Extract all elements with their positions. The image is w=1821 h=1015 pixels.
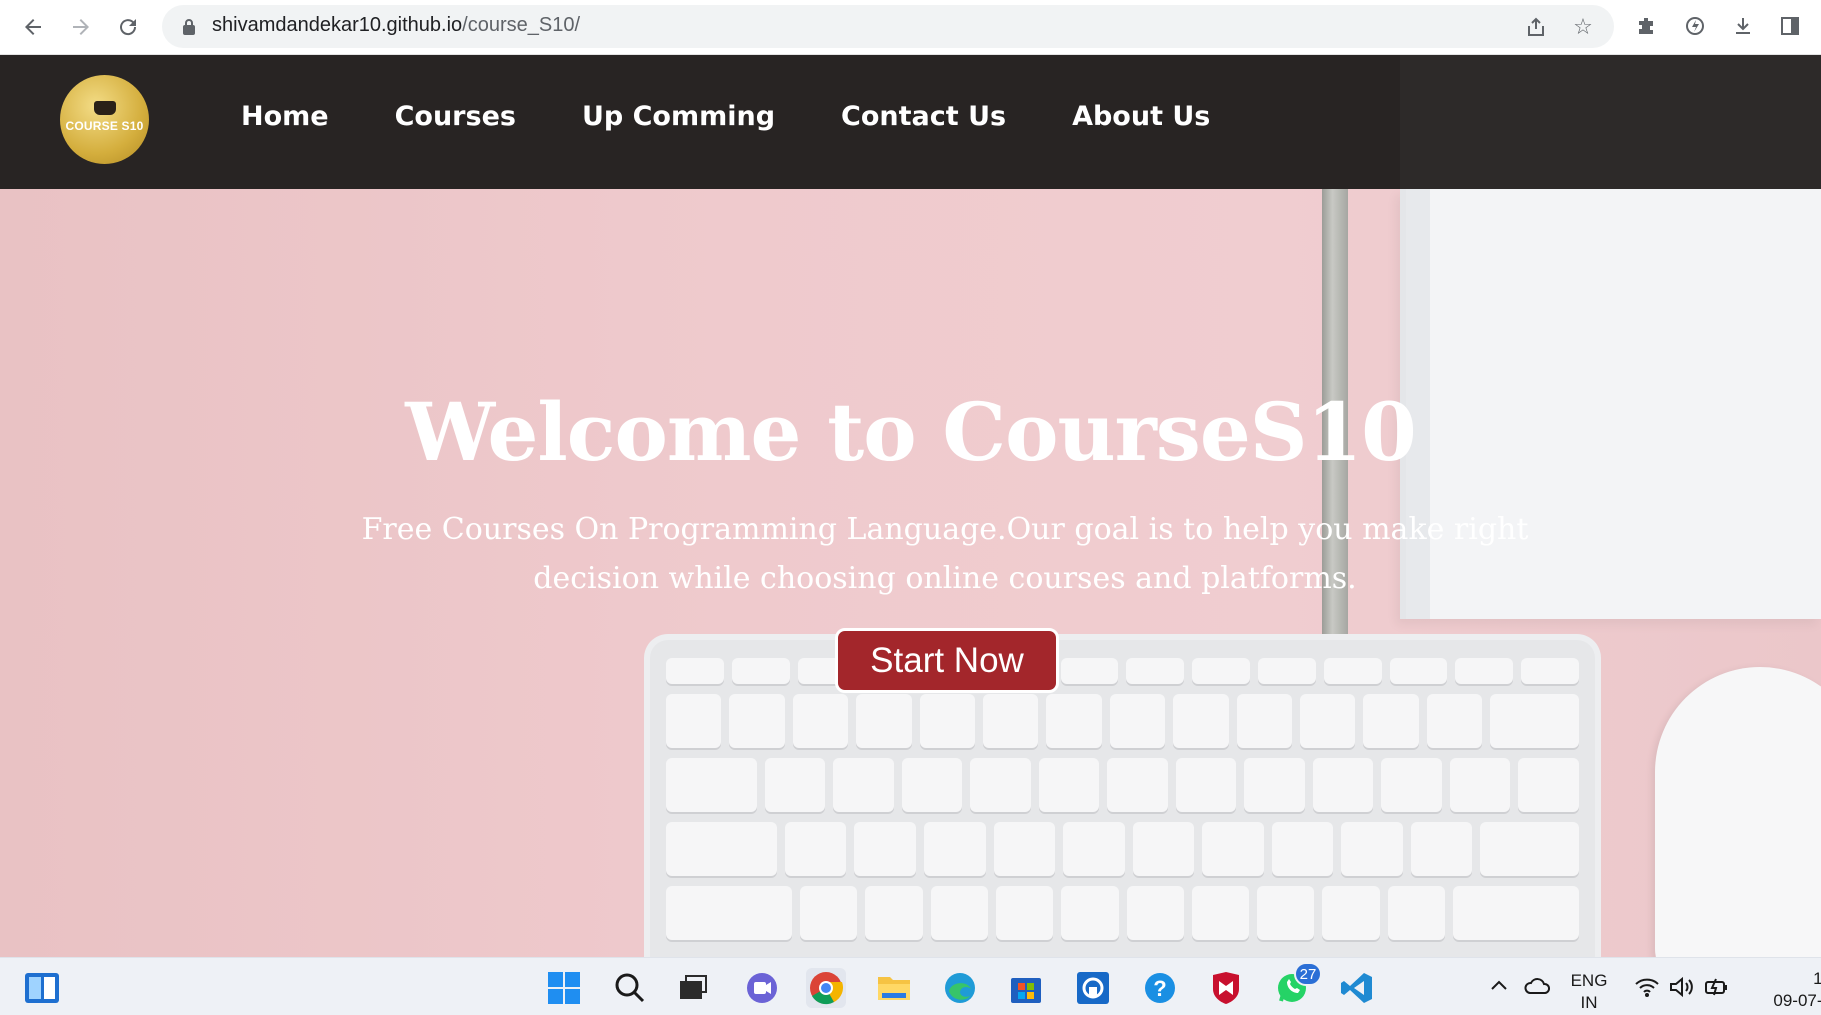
svg-text:?: ? [1153,976,1166,1001]
file-explorer-icon[interactable] [874,968,914,1008]
help-icon[interactable]: ? [1140,968,1180,1008]
main-nav: Home Courses Up Comming Contact Us About… [241,101,1210,132]
address-bar[interactable]: shivamdandekar10.github.io/course_S10/ ☆ [162,5,1614,48]
lock-icon[interactable] [182,18,196,35]
start-icon[interactable] [544,968,584,1008]
start-now-button[interactable]: Start Now [835,628,1059,693]
forward-icon[interactable] [63,9,99,45]
battery-icon[interactable] [1704,976,1730,1003]
task-view-icon[interactable] [673,968,713,1008]
reload-icon[interactable] [110,9,146,45]
graduation-cap-icon [93,100,116,115]
clock[interactable]: 12 09-07-2 [1752,968,1821,1012]
site-logo[interactable]: COURSE S10 [60,75,149,164]
nav-home[interactable]: Home [241,101,329,132]
nav-courses[interactable]: Courses [395,101,516,132]
nav-contact-us[interactable]: Contact Us [841,101,1006,132]
whatsapp-badge: 27 [1294,962,1322,986]
url-path: /course_S10/ [462,14,581,36]
wifi-icon[interactable] [1634,976,1660,1003]
clock-date: 09-07-2 [1773,991,1821,1010]
language-line-1: ENG [1570,971,1608,990]
app-blue-icon[interactable] [1073,968,1113,1008]
hero-subtitle: Free Courses On Programming Language.Our… [361,512,1529,596]
bookmark-star-icon[interactable]: ☆ [1569,13,1597,41]
site-header: COURSE S10 Home Courses Up Comming Conta… [0,55,1821,189]
volume-icon[interactable] [1668,976,1694,1003]
edge-icon[interactable] [940,968,980,1008]
hero-title: Welcome to CourseS10 [405,385,1417,479]
clock-time: 12 [1813,969,1821,988]
widgets-icon[interactable] [22,968,62,1008]
onedrive-icon[interactable] [1524,976,1552,1001]
language-indicator[interactable]: ENG IN [1568,970,1610,1014]
mcafee-icon[interactable] [1206,968,1246,1008]
chevron-up-icon[interactable] [1490,978,1508,996]
logo-text: COURSE S10 [65,118,144,133]
taskbar: ? 27 ENG IN 12 09-07-2 [0,957,1821,1015]
language-line-2: IN [1580,993,1598,1012]
performance-icon[interactable] [1680,11,1710,41]
microsoft-store-icon[interactable] [1006,968,1046,1008]
extensions-icon[interactable] [1632,11,1662,41]
teams-chat-icon[interactable] [742,968,782,1008]
search-icon[interactable] [610,968,650,1008]
side-panel-icon[interactable] [1775,11,1805,41]
vscode-icon[interactable] [1337,968,1377,1008]
browser-toolbar: shivamdandekar10.github.io/course_S10/ ☆ [0,0,1821,55]
chrome-icon[interactable] [806,968,846,1008]
nav-about-us[interactable]: About Us [1072,101,1210,132]
mouse-image [1655,667,1821,957]
download-icon[interactable] [1728,11,1758,41]
whatsapp-icon[interactable]: 27 [1272,962,1322,1008]
back-icon[interactable] [15,9,51,45]
webpage: COURSE S10 Home Courses Up Comming Conta… [0,55,1821,957]
share-icon[interactable] [1522,13,1550,41]
url-host: shivamdandekar10.github.io [212,14,463,36]
nav-upcoming[interactable]: Up Comming [582,101,775,132]
keyboard-image [650,640,1595,957]
url-text[interactable]: shivamdandekar10.github.io/course_S10/ [212,14,580,37]
